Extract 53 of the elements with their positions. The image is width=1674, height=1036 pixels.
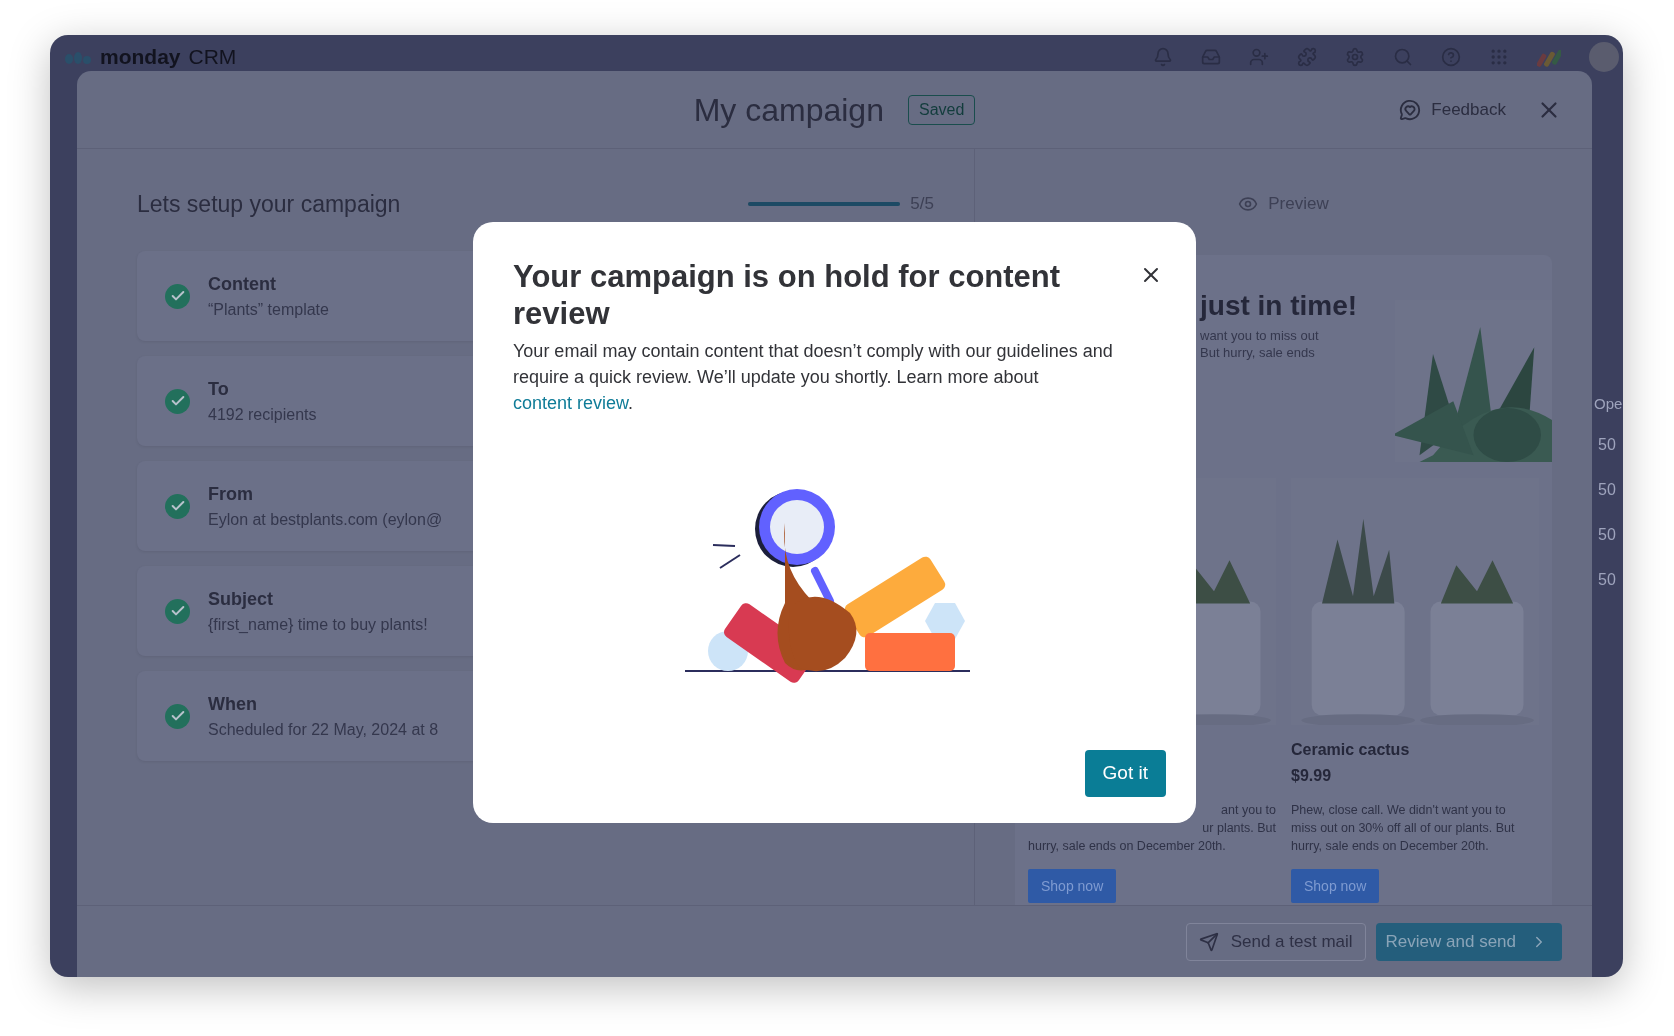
step-label: Content xyxy=(208,272,277,296)
color-logo-icon[interactable] xyxy=(1537,47,1561,67)
table-cell-text: 50 xyxy=(1597,480,1617,500)
hero-title: just in time! xyxy=(1200,289,1359,323)
shop-now-button[interactable]: Shop now xyxy=(1028,869,1117,903)
campaign-title: My campaign xyxy=(693,90,884,130)
column-header: Ope xyxy=(1594,394,1623,414)
table-cell-text: 50 xyxy=(1597,525,1617,545)
shop-now-button[interactable]: Shop now xyxy=(1291,869,1380,903)
bell-icon[interactable] xyxy=(1153,47,1173,67)
inbox-icon[interactable] xyxy=(1201,47,1221,67)
step-label: Subject xyxy=(208,587,274,611)
table-cell-text: 50 xyxy=(1597,570,1617,590)
paper-plane-icon xyxy=(1198,931,1219,952)
product-text: hurry, sale ends on December 20th. xyxy=(1291,838,1490,855)
review-send-button[interactable]: Review and send xyxy=(1375,922,1562,961)
app-logo-text: monday xyxy=(100,44,181,71)
feedback-button[interactable]: Feedback xyxy=(1399,96,1506,123)
step-detail: “Plants” template xyxy=(208,299,329,320)
got-it-button[interactable]: Got it xyxy=(1084,750,1166,797)
eye-icon xyxy=(1238,194,1259,214)
step-detail: Eylon at bestplants.com (eylon@ xyxy=(208,509,443,530)
search-icon[interactable] xyxy=(1393,47,1413,67)
dialog-title: Your campaign is on hold for content review xyxy=(513,258,1062,332)
step-detail: 4192 recipients xyxy=(208,404,317,425)
help-icon[interactable] xyxy=(1441,47,1461,67)
product-text: ur plants. But xyxy=(1202,820,1276,837)
puzzle-icon[interactable] xyxy=(1297,47,1317,67)
dialog-message: Your email may contain content that doesn’t comply with our guidelines and require a quick review. We’ll update you shortly. Learn more about content review. xyxy=(513,340,1114,415)
step-label: From xyxy=(208,482,254,506)
step-label: To xyxy=(208,377,230,401)
product-text: ant you to xyxy=(1221,802,1276,819)
product-text: miss out on 30% off all of our plants. But xyxy=(1291,820,1516,837)
person-add-icon[interactable] xyxy=(1249,47,1269,67)
step-detail: Scheduled for 22 May, 2024 at 8 xyxy=(208,719,439,740)
hero-text: want you to miss out xyxy=(1200,327,1320,344)
table-cell-text: 50 xyxy=(1597,435,1617,455)
product-text: hurry, sale ends on December 20th. xyxy=(1028,838,1227,855)
product-price: $9.99 xyxy=(1291,766,1333,786)
send-test-button[interactable]: Send a test mail xyxy=(1185,922,1366,961)
setup-heading: Lets setup your campaign xyxy=(137,189,401,219)
avatar[interactable] xyxy=(1589,42,1619,72)
product-name: CRM xyxy=(188,44,237,71)
settings-icon[interactable] xyxy=(1345,47,1365,67)
step-label: When xyxy=(208,692,258,716)
product-name: Ceramic cactus xyxy=(1291,740,1411,760)
grid-icon[interactable] xyxy=(1489,47,1509,67)
step-detail: {first_name} time to buy plants! xyxy=(208,614,428,635)
status-badge: Saved xyxy=(907,94,976,125)
content-review-link[interactable]: content review xyxy=(513,393,629,413)
product-text: Phew, close call. We didn't want you to xyxy=(1291,802,1507,819)
feedback-icon xyxy=(1399,98,1422,121)
hero-text: But hurry, sale ends xyxy=(1200,344,1316,361)
